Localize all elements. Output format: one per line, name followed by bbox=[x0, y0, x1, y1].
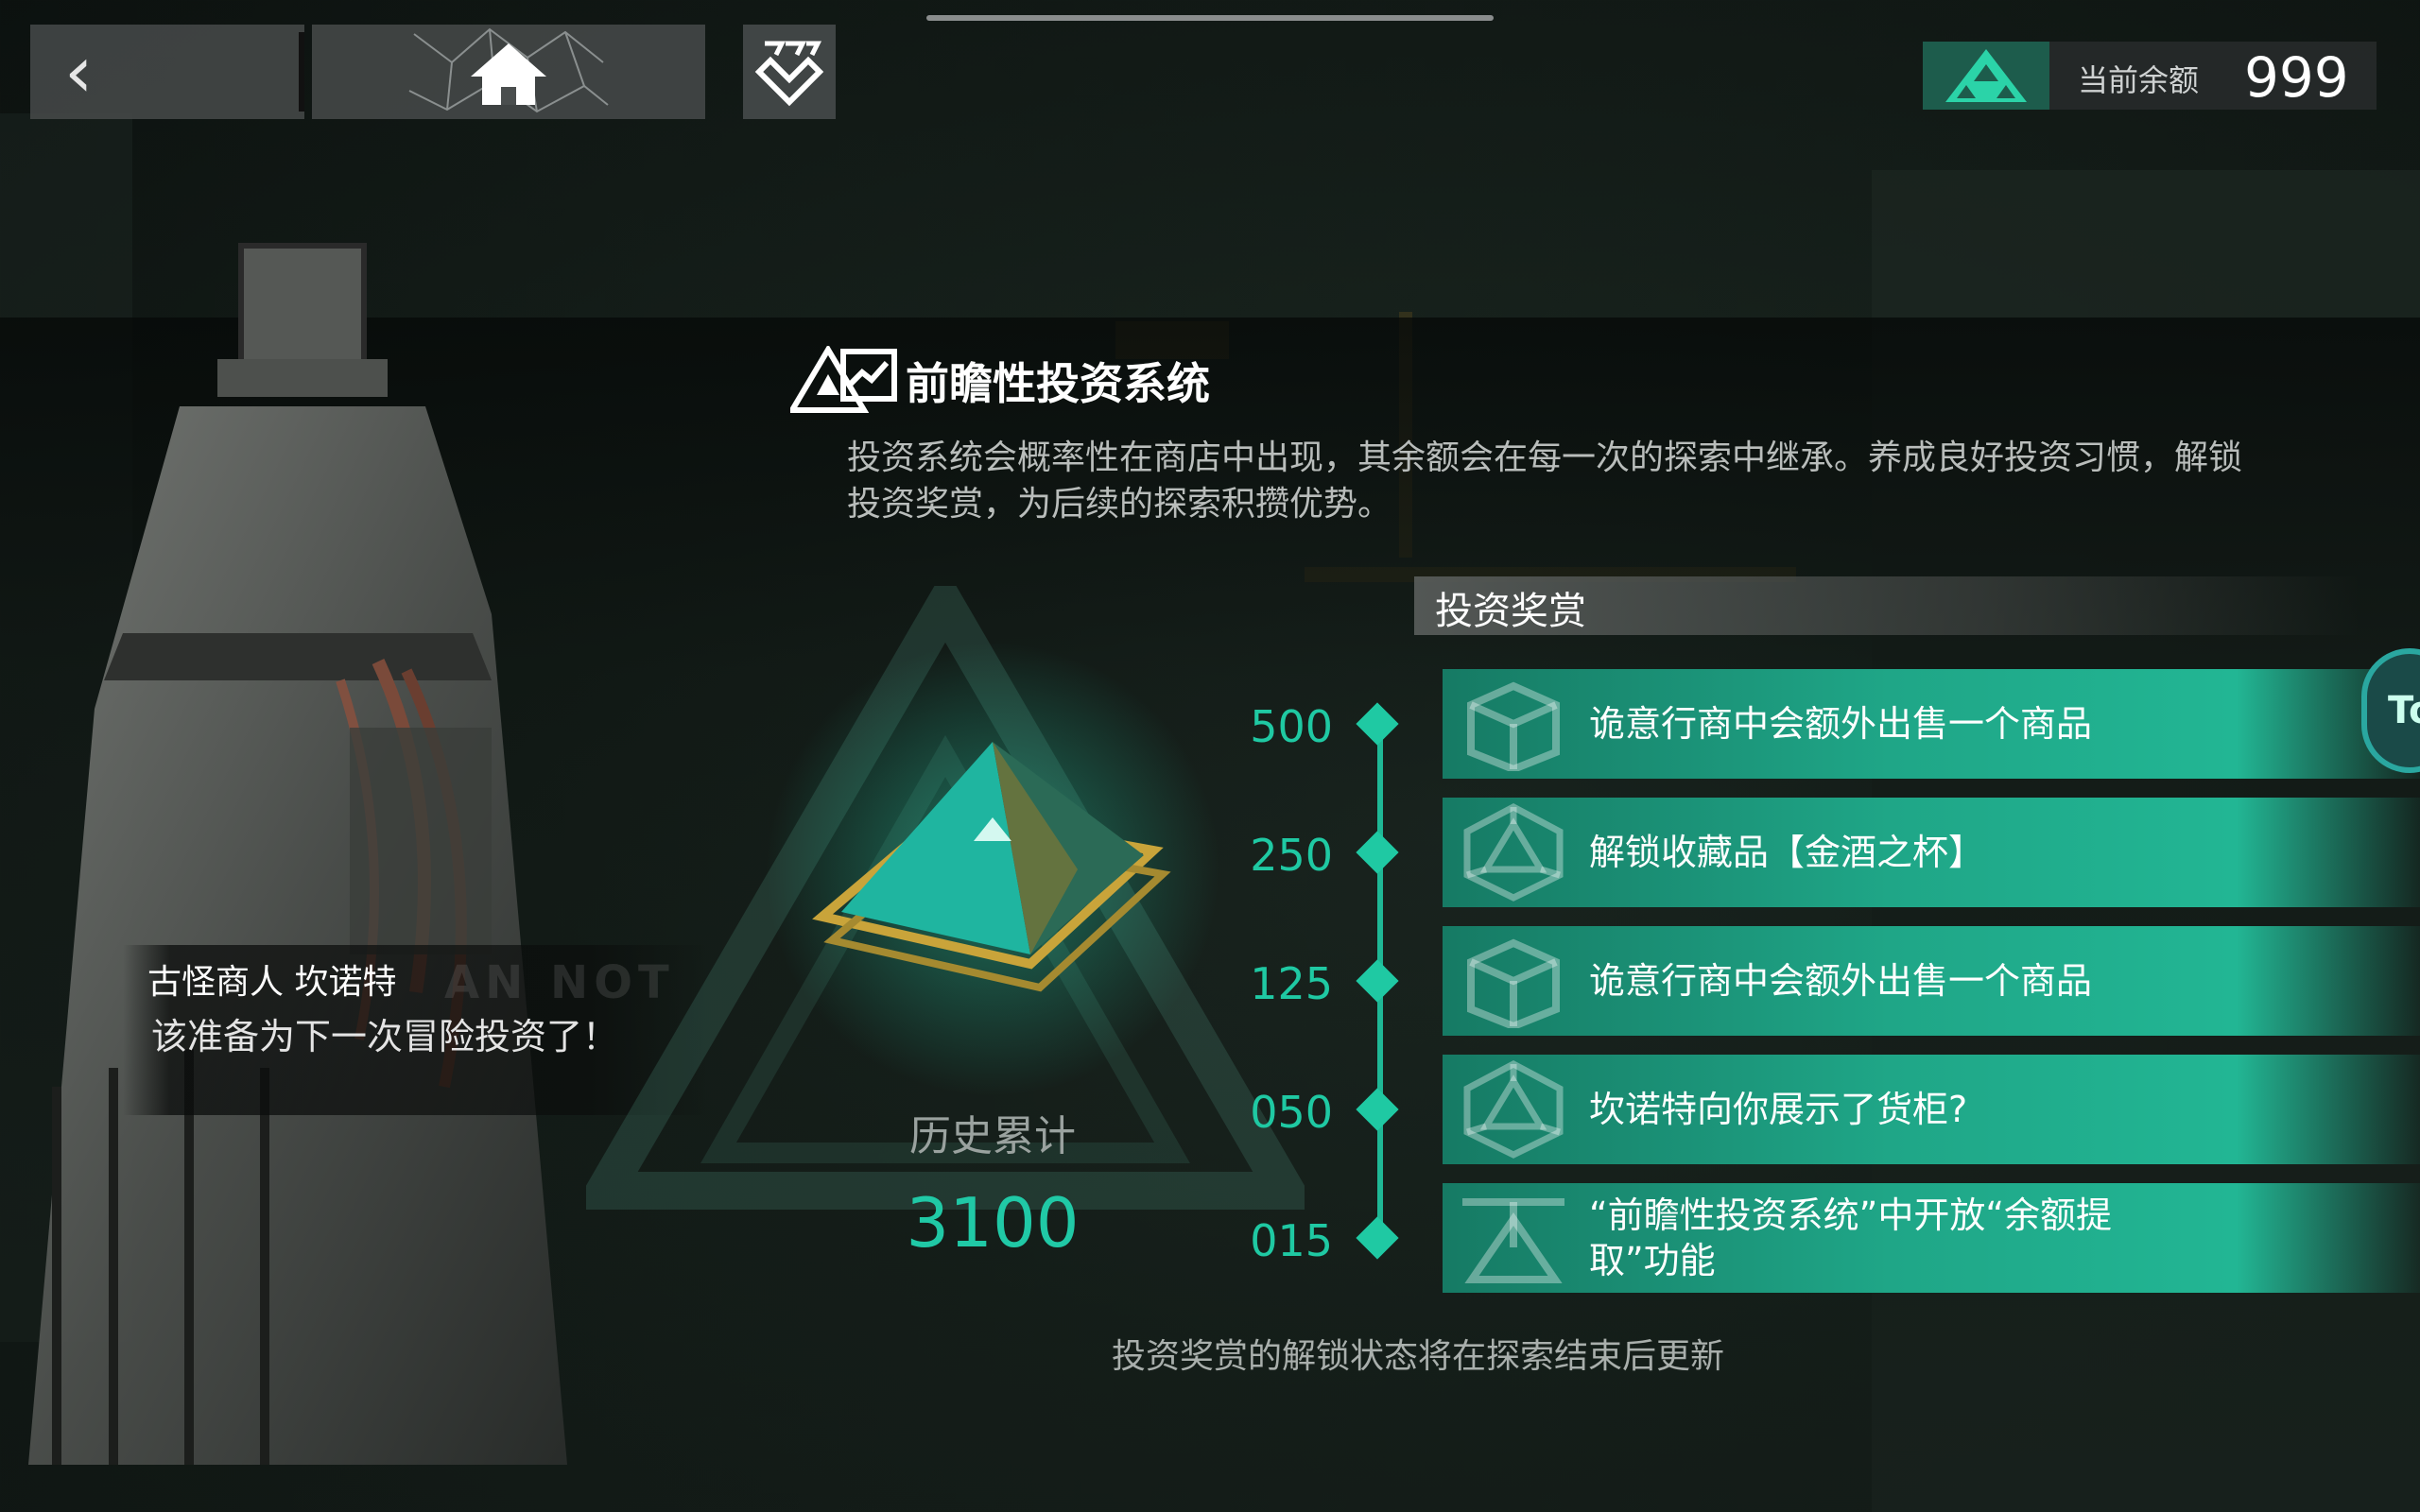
balance-display: 当前余额 999 bbox=[1923, 42, 2377, 110]
home-button[interactable] bbox=[312, 25, 705, 119]
chevron-left-icon: ‹ bbox=[64, 29, 94, 113]
reward-threshold: 050 bbox=[1250, 1087, 1333, 1138]
box-icon bbox=[1452, 926, 1575, 1036]
history-total-value: 3100 bbox=[906, 1183, 1080, 1263]
page-title: 前瞻性投资系统 bbox=[906, 358, 1210, 409]
reward-threshold: 500 bbox=[1250, 701, 1333, 752]
reward-row[interactable]: 解锁收藏品【金酒之杯】 bbox=[1443, 798, 2420, 907]
npc-name: 古怪商人 坎诺特 bbox=[147, 963, 397, 1002]
reward-text: “前瞻性投资系统”中开放“余额提取”功能 bbox=[1589, 1194, 2113, 1281]
reward-row[interactable]: 诡意行商中会额外出售一个商品 bbox=[1443, 926, 2420, 1036]
reward-threshold: 125 bbox=[1250, 958, 1333, 1009]
d20-icon bbox=[1452, 1055, 1575, 1164]
box-icon bbox=[1452, 669, 1575, 779]
investment-system-icon bbox=[790, 346, 897, 413]
npc-dialogue-text: 该准备为下一次冒险投资了！ bbox=[151, 1016, 619, 1057]
top-indicator bbox=[926, 15, 1494, 21]
triangle-currency-icon bbox=[1945, 49, 2027, 102]
home-icon bbox=[408, 27, 609, 113]
rewards-header-label: 投资奖赏 bbox=[1435, 590, 1586, 633]
history-total-label: 历史累计 bbox=[909, 1112, 1076, 1160]
reward-row[interactable]: 坎诺特向你展示了货柜? bbox=[1443, 1055, 2420, 1164]
withdraw-icon bbox=[1452, 1183, 1575, 1293]
reward-text: 诡意行商中会额外出售一个商品 bbox=[1589, 703, 2093, 745]
reward-text: 诡意行商中会额外出售一个商品 bbox=[1589, 960, 2093, 1002]
back-button[interactable]: ‹ bbox=[30, 25, 304, 119]
reward-row[interactable]: 诡意行商中会额外出售一个商品 bbox=[1443, 669, 2420, 779]
balance-value: 999 bbox=[2244, 45, 2349, 110]
reward-threshold: 250 bbox=[1250, 830, 1333, 881]
side-toggle-label: To bbox=[2388, 689, 2420, 732]
rhodes-island-icon bbox=[754, 41, 824, 107]
footer-note: 投资奖赏的解锁状态将在探索结束后更新 bbox=[1111, 1337, 1724, 1376]
balance-label: 当前余额 bbox=[2078, 62, 2200, 98]
mission-menu-button[interactable] bbox=[743, 25, 836, 119]
reward-threshold: 015 bbox=[1250, 1215, 1333, 1266]
d20-icon bbox=[1452, 798, 1575, 907]
balance-icon-box bbox=[1923, 42, 2049, 110]
reward-row[interactable]: “前瞻性投资系统”中开放“余额提取”功能 bbox=[1443, 1183, 2420, 1293]
reward-text: 坎诺特向你展示了货柜? bbox=[1589, 1089, 1968, 1130]
reward-text: 解锁收藏品【金酒之杯】 bbox=[1589, 832, 1985, 873]
divider bbox=[299, 32, 304, 112]
page-description: 投资系统会概率性在商店中出现，其余额会在每一次的探索中继承。养成良好投资习惯，解… bbox=[847, 438, 2243, 524]
